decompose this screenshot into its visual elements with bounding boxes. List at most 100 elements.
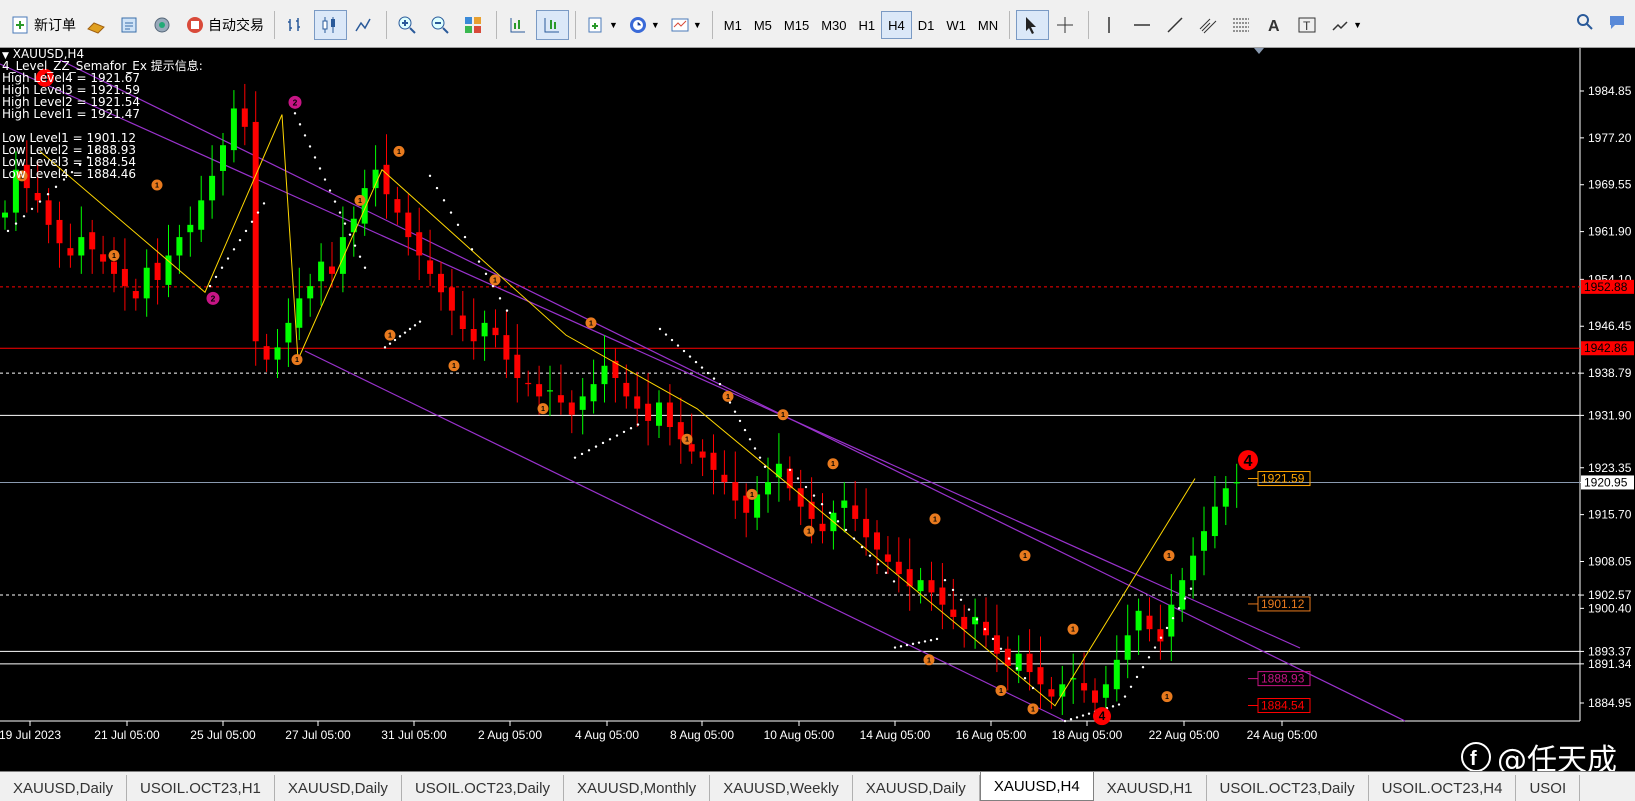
signals-button[interactable] (148, 10, 179, 40)
timeframe-d1-button[interactable]: D1 (912, 12, 941, 38)
sar-dot (983, 627, 987, 631)
zoom-out-button[interactable] (426, 10, 457, 40)
timeframe-m5-button[interactable]: M5 (748, 12, 778, 38)
equidistant-channel-button[interactable] (1194, 10, 1225, 40)
semafor-level4-marker-label: 4 (1099, 710, 1106, 723)
candle-body (339, 237, 346, 274)
tile-windows-icon (463, 15, 483, 35)
autoscroll-button[interactable] (536, 10, 569, 40)
sar-dot (594, 445, 598, 448)
candle-body (56, 219, 63, 244)
crosshair-tool-button[interactable] (1051, 10, 1082, 40)
chart-tab[interactable]: USOIL.OCT23,Daily (402, 775, 564, 801)
tile-windows-button[interactable] (459, 10, 490, 40)
trendline-button[interactable] (1161, 10, 1192, 40)
chart-tab[interactable]: XAUUSD,H1 (1094, 775, 1207, 801)
sar-dot (1123, 695, 1127, 698)
timeframe-mn-button[interactable]: MN (972, 12, 1004, 38)
sar-dot (844, 528, 848, 532)
candle-body (459, 315, 466, 329)
chart-tab[interactable]: USOIL.OCT23,H1 (127, 775, 275, 801)
candle-body (285, 322, 292, 343)
semafor-level1-marker-label: 1 (1167, 552, 1171, 560)
chart-tab[interactable]: XAUUSD,Daily (0, 775, 128, 801)
sar-dot (1129, 685, 1133, 688)
candle-body (666, 402, 673, 428)
price-chart[interactable]: 1984.851977.201969.551961.901954.101946.… (0, 48, 1635, 771)
line-chart-button[interactable] (349, 10, 380, 40)
zoom-in-button[interactable] (393, 10, 424, 40)
fibonacci-button[interactable] (1227, 10, 1258, 40)
sar-dot (353, 244, 357, 247)
time-tick-label: 31 Jul 05:00 (381, 728, 447, 742)
timeframe-m30-button[interactable]: M30 (815, 12, 852, 38)
candle-body (928, 580, 935, 593)
candle-body (1201, 531, 1207, 551)
chat-icon[interactable] (1607, 12, 1627, 37)
search-icon[interactable] (1575, 12, 1595, 37)
sar-dot (442, 199, 446, 202)
chart-tab[interactable]: USOIL.OCT23,H4 (1369, 775, 1517, 801)
candle-body (503, 335, 510, 360)
bar-chart-button[interactable] (281, 10, 312, 40)
svg-text:T: T (1303, 19, 1311, 33)
zigzag-line (39, 114, 1196, 707)
arrows-button[interactable]: ▼ (1326, 10, 1366, 40)
candle-body (645, 403, 652, 421)
periods-button[interactable]: ▼ (624, 10, 664, 40)
chart-tab[interactable]: USOI (1516, 775, 1581, 801)
sar-dot (308, 145, 312, 148)
candle-body (579, 396, 586, 410)
high-level-box: 1921.59 (1261, 472, 1305, 486)
sar-dot (262, 202, 266, 205)
toolbar-separator (386, 11, 387, 39)
timeframe-h1-button[interactable]: H1 (852, 12, 881, 38)
cursor-tool-button[interactable] (1016, 10, 1050, 40)
templates-button[interactable]: ▼ (666, 10, 706, 40)
auto-trade-button[interactable]: 自动交易 (181, 10, 268, 40)
chart-canvas[interactable]: 1984.85 1977.20 1969.55 1961.90 1954.10 1946.… (0, 48, 1635, 771)
timeframe-w1-button[interactable]: W1 (940, 12, 972, 38)
chart-tab[interactable]: XAUUSD,H4 (979, 772, 1094, 801)
timeframe-m1-button[interactable]: M1 (718, 12, 748, 38)
toolbar-separator (575, 11, 576, 39)
candle-body (350, 218, 357, 233)
text-icon: A (1264, 15, 1284, 35)
semafor-level1-marker-label: 1 (493, 276, 497, 284)
candle-body (427, 260, 434, 274)
candle-body (45, 200, 52, 225)
timeframe-m15-button[interactable]: M15 (778, 12, 815, 38)
chart-tab[interactable]: XAUUSD,Daily (853, 775, 980, 801)
vertical-line-button[interactable] (1095, 10, 1126, 40)
zoom-in-icon (397, 15, 417, 35)
candle-body (656, 402, 662, 426)
text-label-button[interactable]: T (1293, 10, 1324, 40)
candle-body (263, 346, 270, 360)
chart-tab[interactable]: XAUUSD,Weekly (710, 775, 853, 801)
semafor-level2-marker-label: 2 (293, 97, 298, 107)
timeframe-h4-button[interactable]: H4 (881, 11, 912, 39)
candle-body (274, 347, 281, 360)
gold-bars-button[interactable] (82, 10, 113, 40)
text-tool-button[interactable]: A (1260, 10, 1291, 40)
history-button[interactable] (115, 10, 146, 40)
new-order-button[interactable]: 新订单 (7, 10, 80, 40)
sar-dot (428, 174, 432, 178)
chart-tab[interactable]: USOIL.OCT23,Daily (1207, 775, 1369, 801)
candle-body (525, 382, 532, 385)
candle-body (89, 232, 96, 250)
sar-dot (804, 485, 808, 489)
dropdown-arrow-icon: ▼ (692, 20, 702, 30)
horizontal-line-button[interactable] (1128, 10, 1159, 40)
indicators-button[interactable]: ▼ (582, 10, 622, 40)
candle-body (601, 365, 608, 385)
candle-body (765, 482, 771, 495)
semafor-big-label: 4 (1244, 453, 1253, 470)
candlestick-chart-button[interactable] (314, 10, 347, 40)
chart-tab[interactable]: XAUUSD,Monthly (564, 775, 711, 801)
cursor-icon (1021, 15, 1041, 35)
semafor-level1-marker-label: 1 (1071, 626, 1075, 634)
chart-tab[interactable]: XAUUSD,Daily (275, 775, 402, 801)
candle-body (547, 390, 553, 392)
chart-shift-button[interactable] (503, 10, 534, 40)
